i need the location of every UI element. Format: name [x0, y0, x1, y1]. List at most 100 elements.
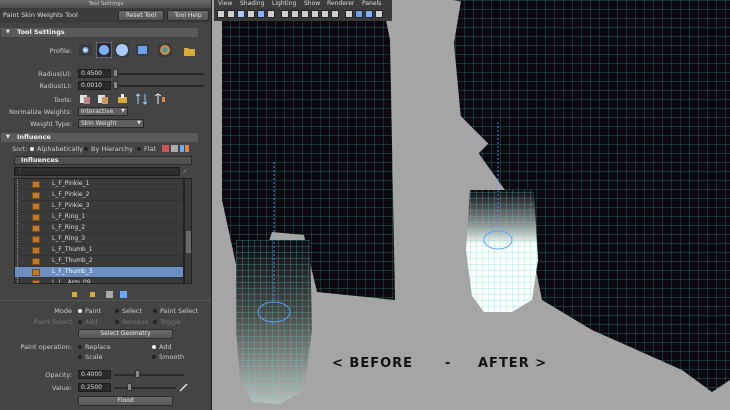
film-gate-icon[interactable] — [267, 10, 275, 18]
tree-line — [17, 201, 25, 212]
reset-tool-button[interactable]: Reset Tool — [118, 10, 164, 21]
sort-hierarchy-radio[interactable]: By Hierarchy — [84, 145, 133, 153]
menu-panels[interactable]: Panels — [362, 0, 381, 8]
influences-list[interactable]: L_F_Pinkie_1 L_F_Pinkie_2 L_F_Pinkie_3 L_F_… — [14, 178, 184, 284]
operation-smooth-radio[interactable]: Smooth — [152, 353, 184, 361]
menu-show[interactable]: Show — [304, 0, 320, 8]
menu-view[interactable]: View — [218, 0, 232, 8]
influence-filter-input[interactable]: ⋮ — [14, 167, 180, 176]
joint-name: L_F_Pinkie_3 — [52, 202, 90, 209]
operation-scale-radio[interactable]: Scale — [78, 353, 103, 361]
lights-icon[interactable] — [345, 10, 353, 18]
joint-row[interactable]: L_F_Pinkie_3 — [15, 201, 183, 212]
chevron-down-icon: ▼ — [137, 120, 141, 126]
menu-lighting[interactable]: Lighting — [272, 0, 296, 8]
gaussian-brush-icon[interactable] — [79, 44, 92, 56]
joint-row[interactable]: L_F_Pinkie_1 — [15, 179, 183, 190]
paint-select-add-radio[interactable]: Add — [78, 318, 98, 326]
value-field[interactable]: 0.2500 — [78, 383, 111, 392]
menu-shading[interactable]: Shading — [240, 0, 264, 8]
normalize-weights-dropdown[interactable]: Interactive ▼ — [78, 107, 128, 116]
radio-label: Paint Select — [160, 307, 199, 315]
tree-line — [17, 245, 25, 256]
joint-row[interactable]: L_F_Ring_3 — [15, 234, 183, 245]
square-brush-icon[interactable] — [136, 44, 149, 56]
radio-label: Smooth — [159, 353, 185, 361]
joint-row[interactable]: L_F_Thumb_2 — [15, 256, 183, 267]
radio-dot-icon — [115, 309, 119, 313]
paint-select-remove-radio[interactable]: Remove — [115, 318, 148, 326]
folder-icon[interactable] — [183, 45, 196, 57]
viewport-3d[interactable] — [212, 0, 730, 410]
select-geometry-button[interactable]: Select Geometry — [78, 329, 173, 339]
color-picker-icon[interactable] — [179, 382, 189, 392]
textured-icon[interactable] — [331, 10, 339, 18]
radius-l-slider[interactable] — [114, 85, 204, 87]
isolate-select-icon[interactable] — [365, 10, 373, 18]
radius-u-slider-handle[interactable] — [113, 69, 118, 77]
color-brush-icon[interactable] — [158, 43, 172, 57]
tool-settings-header[interactable]: ▼ Tool Settings — [1, 28, 198, 37]
image-plane-icon[interactable] — [247, 10, 255, 18]
opacity-slider[interactable] — [114, 374, 184, 376]
tool-help-button[interactable]: Tool Help — [167, 10, 209, 21]
flood-button[interactable]: Flood — [78, 396, 173, 406]
filter-brush-icon[interactable]: ⸝ — [183, 166, 187, 175]
xray-joints-icon[interactable] — [321, 10, 329, 18]
select-camera-icon[interactable] — [217, 10, 225, 18]
shadows-icon[interactable] — [355, 10, 363, 18]
paint-select-label: Paint Select — [33, 318, 72, 326]
camera-attributes-icon[interactable] — [227, 10, 235, 18]
scrollbar-thumb[interactable] — [186, 231, 191, 253]
copy-weights-icon[interactable] — [79, 93, 92, 105]
opacity-field[interactable]: 0.4000 — [78, 370, 111, 379]
operation-replace-radio[interactable]: Replace — [78, 343, 111, 351]
value-slider-handle[interactable] — [127, 383, 132, 391]
joint-row[interactable]: L_F_Ring_1 — [15, 212, 183, 223]
influence-lock-icons[interactable] — [70, 290, 130, 299]
mode-select-radio[interactable]: Select — [115, 307, 142, 315]
menu-renderer[interactable]: Renderer — [327, 0, 354, 8]
show-influences-icon[interactable] — [154, 93, 167, 105]
smooth-shade-icon[interactable] — [291, 10, 299, 18]
joint-row[interactable]: L_F_Ring_2 — [15, 223, 183, 234]
mode-paint-select-radio[interactable]: Paint Select — [153, 307, 198, 315]
move-weights-icon[interactable] — [135, 93, 148, 105]
influence-header[interactable]: ▼ Influence — [1, 133, 198, 142]
operation-add-radio[interactable]: Add — [152, 343, 172, 351]
resolution-gate-icon[interactable] — [375, 10, 383, 18]
xray-icon[interactable] — [311, 10, 319, 18]
grid-icon[interactable] — [257, 10, 265, 18]
radius-l-slider-handle[interactable] — [113, 81, 118, 89]
sort-flat-radio[interactable]: Flat — [137, 145, 156, 153]
normalize-weights-label: Normalize Weights: — [8, 108, 72, 116]
viewport-menubar: View Shading Lighting Show Renderer Pane… — [214, 0, 392, 8]
paint-select-toggle-radio[interactable]: Toggle — [153, 318, 181, 326]
wireframe-icon[interactable] — [281, 10, 289, 18]
soft-brush-icon[interactable] — [96, 42, 112, 58]
joint-row[interactable]: L_F_Thumb_1 — [15, 245, 183, 256]
influence-tool-icons[interactable] — [162, 144, 194, 153]
influence-scrollbar[interactable] — [184, 178, 192, 284]
joint-icon — [32, 269, 40, 276]
opacity-slider-handle[interactable] — [135, 370, 140, 378]
wireframe-on-shaded-icon[interactable] — [301, 10, 309, 18]
radio-label: Alphabetically — [37, 145, 83, 153]
sort-alphabetically-radio[interactable]: Alphabetically — [30, 145, 83, 153]
weight-type-dropdown[interactable]: Skin Weight ▼ — [78, 119, 144, 128]
radius-u-field[interactable]: 0.4500 — [78, 69, 111, 78]
value-slider[interactable] — [114, 387, 176, 389]
mode-paint-radio[interactable]: Paint — [78, 307, 101, 315]
influences-list-header[interactable]: Influences — [14, 156, 192, 165]
paste-weights-icon[interactable] — [97, 93, 110, 105]
radius-u-slider[interactable] — [114, 73, 204, 75]
joint-row[interactable]: L_F_Pinkie_2 — [15, 190, 183, 201]
radius-l-field[interactable]: 0.0010 — [78, 81, 111, 90]
joint-name: L_F_Thumb_3 — [52, 268, 93, 275]
joint-row[interactable]: L_F_Thumb_3 — [15, 267, 183, 278]
radio-dot-icon — [78, 320, 82, 324]
solid-brush-icon[interactable] — [115, 43, 129, 57]
joint-row[interactable]: L_L__Arm_09 — [15, 278, 183, 283]
weight-hammer-icon[interactable] — [116, 93, 129, 105]
bookmark-icon[interactable] — [237, 10, 245, 18]
